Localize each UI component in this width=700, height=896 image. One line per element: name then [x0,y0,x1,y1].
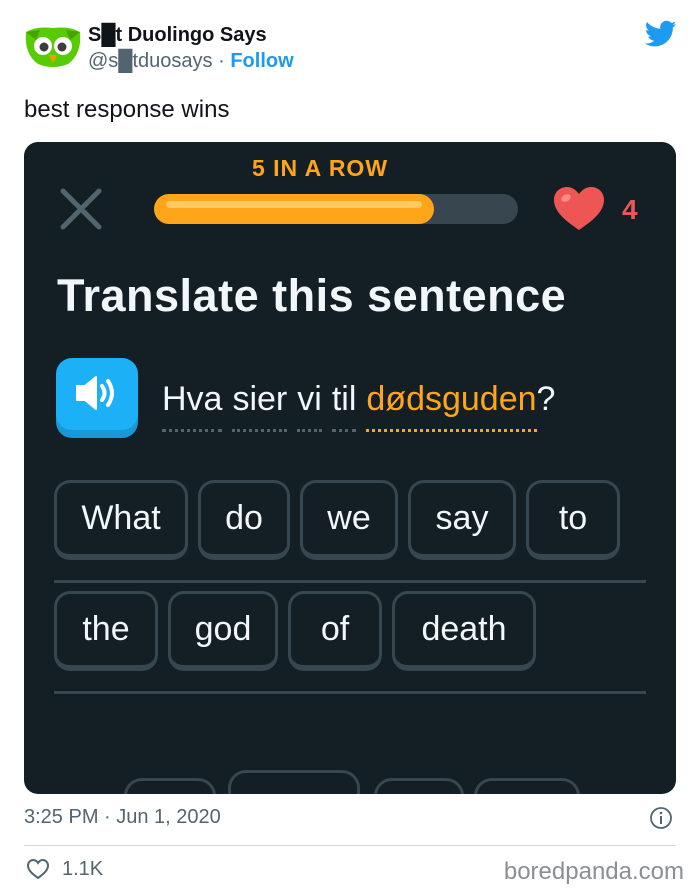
word-bank-chip[interactable] [374,778,464,794]
word-chip[interactable]: god [168,591,278,671]
heart-icon [554,187,604,230]
tweet-text: best response wins [24,96,230,123]
sentence-punctuation: ? [536,380,556,418]
word-chip[interactable]: of [288,591,382,671]
watermark-text: boredpanda.com [503,858,684,885]
word-chip[interactable]: we [300,480,398,560]
sentence-word[interactable]: Hva [162,380,223,432]
twitter-bird-icon[interactable] [645,20,677,48]
tweet-timestamp[interactable]: 3:25 PM · Jun 1, 2020 [24,806,221,829]
tweet-card: S█t Duolingo Says @s█tduosays · Follow b… [0,0,700,896]
sentence-word[interactable]: til [331,380,357,432]
streak-label: 5 IN A ROW [251,155,389,181]
sentence-word[interactable]: sier [232,380,288,432]
separator-dot: · [218,50,225,72]
word-chip[interactable]: say [408,480,516,560]
info-icon[interactable] [649,806,673,830]
answer-area: What do we say to the god of death [54,480,646,694]
author-name[interactable]: S█t Duolingo Says [88,24,267,47]
word-chip[interactable]: the [54,591,158,671]
speaker-icon [76,376,114,410]
sentence-word[interactable]: vi [297,380,322,432]
word-bank-chip[interactable] [228,770,360,794]
word-chip[interactable]: do [198,480,290,560]
answer-row: What do we say to [54,480,646,583]
prompt-sentence: Hva sier vi til dødsguden? [162,380,555,432]
sentence-word-new[interactable]: dødsguden [366,380,537,432]
speaker-button[interactable] [56,358,138,440]
word-bank-chip[interactable] [474,778,580,794]
prompt-title: Translate this sentence [57,270,567,321]
handle-row: @s█tduosays · Follow [88,50,294,73]
progress-fill [154,194,435,224]
answer-row: the god of death [54,591,646,694]
word-bank-chip[interactable] [124,778,216,794]
word-chip[interactable]: What [54,480,188,560]
like-count[interactable]: 1.1K [62,858,103,881]
author-handle[interactable]: @s█tduosays [88,50,213,72]
close-icon[interactable] [58,186,104,232]
word-chip[interactable]: death [392,591,536,671]
lesson-progress-bar [154,194,518,224]
progress-shine [166,201,423,208]
heart-outline-icon[interactable] [26,858,50,880]
follow-button[interactable]: Follow [230,50,293,72]
duolingo-screenshot[interactable]: 5 IN A ROW 4 Translate this sentence Hva… [24,142,676,794]
word-chip[interactable]: to [526,480,620,560]
divider [24,845,676,846]
hearts-count: 4 [622,194,638,225]
owl-avatar[interactable] [22,24,84,70]
